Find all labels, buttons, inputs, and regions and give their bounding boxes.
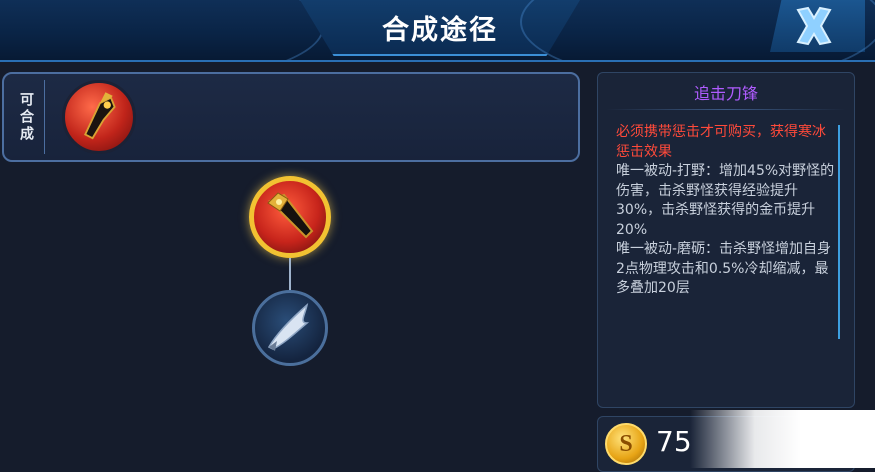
close-x-icon [796,6,832,46]
tree-connector [289,258,291,290]
item-detail-panel: 追击刀锋 必须携带惩击才可购买，获得寒冰惩击效果 唯一被动-打野：增加45%对野… [597,72,855,408]
gold-coin-icon: S [605,423,647,465]
hunting-dagger-icon [267,302,310,351]
composable-items-panel: 可合成 [2,72,580,162]
red-blade-item-icon [84,92,116,140]
item-price: 75 [656,425,692,458]
composable-label: 可合成 [8,80,45,154]
close-button[interactable] [770,0,865,52]
description-scrollbar[interactable] [838,125,840,339]
page-title: 合成途径 [382,15,498,46]
header-bar: 合成途径 [0,0,875,62]
tree-node-pursuit-blade[interactable] [249,176,331,258]
buy-area-overlay [690,410,875,468]
composable-item-slot[interactable] [62,80,136,154]
passive-sharpen: 唯一被动-磨砺：击杀野怪增加自身2点物理攻击和0.5%冷却缩减，最多叠加20层 [616,241,832,296]
purchase-requirement: 必须携带惩击才可购买，获得寒冰惩击效果 [616,124,826,160]
passive-jungle: 唯一被动-打野：增加45%对野怪的伤害，击杀野怪获得经验提升30%，击杀野怪获得… [616,163,835,238]
item-description: 必须携带惩击才可购买，获得寒冰惩击效果 唯一被动-打野：增加45%对野怪的伤害，… [616,123,838,299]
pursuit-blade-icon [267,192,314,239]
tree-node-hunting-dagger[interactable] [252,290,328,366]
divider [606,109,846,110]
item-name: 追击刀锋 [693,84,758,103]
